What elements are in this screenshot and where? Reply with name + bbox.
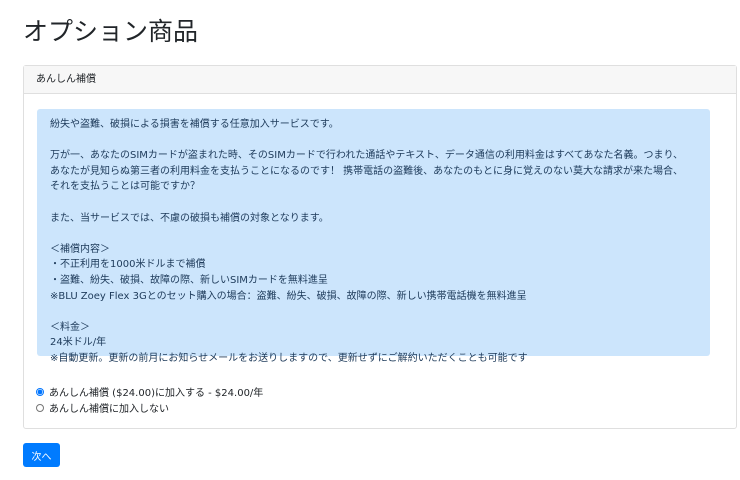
description-line: ＜補償内容＞ bbox=[50, 243, 110, 255]
card-header: あんしん補償 bbox=[24, 66, 736, 94]
description-line: ※BLU Zoey Flex 3Gとのセット購入の場合：盗難、紛失、破損、故障の… bbox=[50, 290, 527, 302]
insurance-card: あんしん補償 紛失や盗難、破損による損害を補償する任意加入サービスです。万が一、… bbox=[23, 65, 737, 429]
description-line: あなたが見知らぬ第三者の利用料金を支払うことになるのです！ 携帯電話の盗難後、あ… bbox=[50, 165, 683, 177]
next-button[interactable]: 次へ bbox=[23, 443, 60, 467]
description-line: 24米ドル/年 bbox=[50, 337, 107, 349]
option-decline-label: あんしん補償に加入しない bbox=[49, 404, 169, 415]
description-line: それを支払うことは可能ですか？ bbox=[50, 181, 200, 193]
option-join[interactable]: あんしん補償 ($24.00)に加入する - $24.00/年 bbox=[36, 384, 263, 399]
page-title: オプション商品 bbox=[23, 17, 199, 46]
radio-join[interactable] bbox=[36, 387, 44, 396]
description-line: 紛失や盗難、破損による損害を補償する任意加入サービスです。 bbox=[50, 119, 339, 130]
description-line: ※自動更新。更新の前月にお知らせメールをお送りしますので、更新せずにご解約いただ… bbox=[50, 352, 528, 364]
description-box: 紛失や盗難、破損による損害を補償する任意加入サービスです。万が一、あなたのSIM… bbox=[37, 109, 710, 364]
description-line: ・不正利用を1000米ドルまで補償 bbox=[50, 259, 206, 271]
description-line: また、当サービスでは、不慮の破損も補償の対象となります。 bbox=[50, 212, 329, 224]
option-join-label: あんしん補償 ($24.00)に加入する - $24.00/年 bbox=[49, 388, 264, 399]
description-line: ＜料金＞ bbox=[50, 321, 90, 333]
radio-decline[interactable] bbox=[36, 403, 44, 412]
description-line: 万が一、あなたのSIMカードが盗まれた時、そのSIMカードで行われた通話やテキス… bbox=[50, 150, 684, 162]
option-decline[interactable]: あんしん補償に加入しない bbox=[36, 400, 169, 415]
description-line: ・盗難、紛失、破損、故障の際、新しいSIMカードを無料進呈 bbox=[50, 274, 328, 286]
